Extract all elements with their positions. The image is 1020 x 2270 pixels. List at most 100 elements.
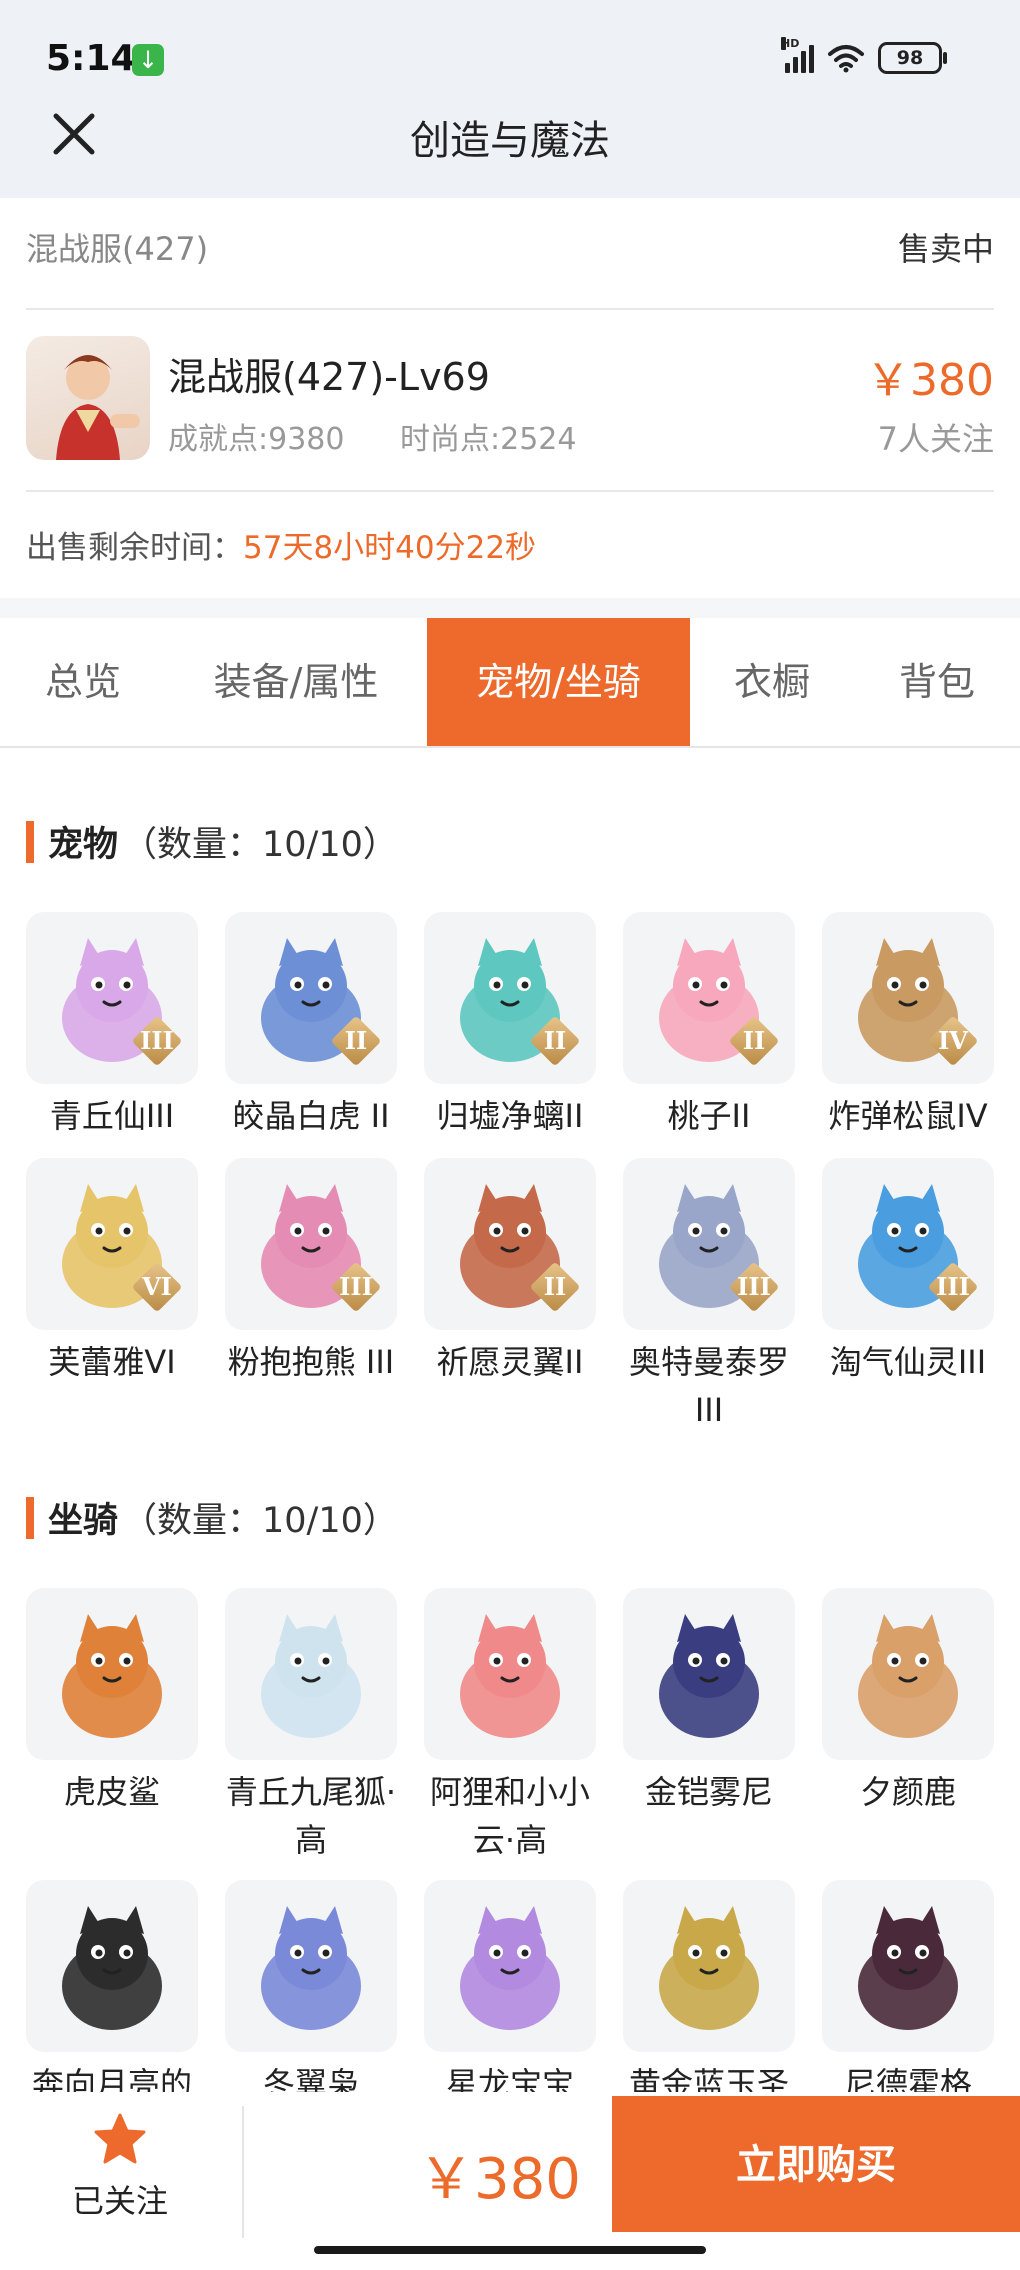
pet-name: 归墟净螭II — [436, 1097, 584, 1135]
mount-thumbnail[interactable] — [26, 1588, 198, 1760]
buy-now-button[interactable]: 立即购买 — [612, 2096, 1020, 2232]
mount-card[interactable]: 黄金蓝玉圣 — [623, 1880, 795, 2108]
mount-icon — [858, 1906, 958, 2030]
mount-card[interactable]: 夕颜鹿 — [822, 1588, 994, 1816]
mount-thumbnail[interactable] — [822, 1588, 994, 1760]
pet-card[interactable]: VI 芙蕾雅VI — [26, 1158, 198, 1386]
pet-card[interactable]: IV 炸弹松鼠IV — [822, 912, 994, 1140]
pet-thumbnail[interactable]: III — [822, 1158, 994, 1330]
tab-overview[interactable]: 总览 — [0, 618, 166, 746]
server-row: 混战服(427) 售卖中 — [26, 198, 994, 310]
mount-icon — [858, 1614, 958, 1738]
mount-thumbnail[interactable] — [623, 1588, 795, 1760]
mount-card[interactable]: 青丘九尾狐·高 — [225, 1588, 397, 1864]
mount-card[interactable]: 星龙宝宝 — [424, 1880, 596, 2108]
pet-thumbnail[interactable]: II — [623, 912, 795, 1084]
tier-numeral: III — [936, 1272, 970, 1301]
pet-name: 桃子II — [667, 1097, 751, 1135]
pet-name: 炸弹松鼠IV — [828, 1097, 988, 1135]
mount-thumbnail[interactable] — [822, 1880, 994, 2052]
tab-wardrobe[interactable]: 衣橱 — [690, 618, 854, 746]
pet-card[interactable]: II 归墟净螭II — [424, 912, 596, 1140]
tier-badge: IV — [926, 1014, 980, 1068]
system-icons: HD 98 — [781, 37, 947, 74]
pet-thumbnail[interactable]: III — [623, 1158, 795, 1330]
wifi-icon — [828, 45, 864, 73]
tier-numeral: III — [140, 1026, 174, 1055]
tab-bar: 总览 装备/属性 宠物/坐骑 衣橱 背包 — [0, 618, 1020, 748]
mount-card[interactable]: 虎皮鲨 — [26, 1588, 198, 1816]
pet-name: 芙蕾雅VI — [48, 1343, 176, 1381]
listing-price: ￥380 — [866, 355, 994, 406]
pet-name: 奥特曼泰罗III — [628, 1343, 789, 1429]
tier-numeral: II — [742, 1026, 766, 1055]
tier-badge: III — [926, 1260, 980, 1314]
listing-card[interactable]: 混战服(427)-Lv69 成就点:9380 时尚点:2524 ￥380 7人关… — [26, 310, 994, 492]
mount-name: 虎皮鲨 — [63, 1773, 160, 1811]
tier-badge: II — [329, 1014, 383, 1068]
item-title: 混战服(427)-Lv69 — [168, 355, 490, 399]
pet-card[interactable]: III 淘气仙灵III — [822, 1158, 994, 1386]
remaining-time-value: 57天8小时40分22秒 — [243, 530, 537, 566]
pet-thumbnail[interactable]: II — [424, 912, 596, 1084]
mount-icon — [460, 1906, 560, 2030]
top-bar: 5:14 ↓ HD 98 创造与魔法 — [0, 0, 1020, 198]
mount-name: 金铠雾尼 — [644, 1773, 773, 1811]
pet-name: 淘气仙灵III — [829, 1343, 987, 1381]
pet-thumbnail[interactable]: VI — [26, 1158, 198, 1330]
pet-thumbnail[interactable]: II — [424, 1158, 596, 1330]
character-icon — [56, 355, 140, 460]
pet-thumbnail[interactable]: III — [26, 912, 198, 1084]
star-icon — [94, 2113, 146, 2164]
tier-numeral: IV — [938, 1026, 968, 1055]
pet-thumbnail[interactable]: II — [225, 912, 397, 1084]
pet-name: 青丘仙III — [49, 1097, 175, 1135]
pet-card[interactable]: III 粉抱抱熊 III — [225, 1158, 397, 1386]
battery-icon: 98 — [878, 42, 947, 74]
tier-badge: III — [329, 1260, 383, 1314]
bottom-price: ￥380 — [418, 2147, 581, 2212]
bar-divider — [242, 2106, 244, 2238]
mount-thumbnail[interactable] — [623, 1880, 795, 2052]
signal-icon: HD — [781, 37, 814, 73]
network-label: HD — [781, 37, 800, 50]
mount-card[interactable]: 尼德霍格 — [822, 1880, 994, 2108]
mounts-count: （数量：10/10） — [122, 1501, 398, 1541]
follow-button[interactable]: 已关注 — [30, 2112, 210, 2232]
remaining-time-label: 出售剩余时间： — [26, 530, 243, 566]
pet-card[interactable]: II 皎晶白虎 II — [225, 912, 397, 1140]
mount-thumbnail[interactable] — [225, 1588, 397, 1760]
section-marker — [26, 820, 34, 863]
tab-equipment[interactable]: 装备/属性 — [166, 618, 426, 746]
pet-thumbnail[interactable]: IV — [822, 912, 994, 1084]
pet-name: 皎晶白虎 II — [232, 1097, 390, 1135]
fashion-points: 时尚点:2524 — [400, 422, 577, 457]
mount-icon — [460, 1614, 560, 1738]
tab-backpack[interactable]: 背包 — [854, 618, 1020, 746]
pet-thumbnail[interactable]: III — [225, 1158, 397, 1330]
home-indicator — [314, 2246, 706, 2254]
bottom-action-bar: 已关注 ￥380 立即购买 — [0, 2092, 1020, 2270]
mount-card[interactable]: 阿狸和小小云·高 — [424, 1588, 596, 1864]
mounts-section-title: 坐骑 （数量：10/10） — [26, 1492, 398, 1543]
tier-badge: II — [528, 1260, 582, 1314]
pet-card[interactable]: II 桃子II — [623, 912, 795, 1140]
mount-icon — [659, 1614, 759, 1738]
mount-card[interactable]: 金铠雾尼 — [623, 1588, 795, 1816]
mount-thumbnail[interactable] — [225, 1880, 397, 2052]
achievement-points: 成就点:9380 — [168, 422, 345, 457]
mount-thumbnail[interactable] — [424, 1588, 596, 1760]
pet-card[interactable]: III 奥特曼泰罗III — [623, 1158, 795, 1434]
pet-card[interactable]: II 祈愿灵翼II — [424, 1158, 596, 1386]
tier-badge: III — [727, 1260, 781, 1314]
pet-card[interactable]: III 青丘仙III — [26, 912, 198, 1140]
mount-icon — [261, 1906, 361, 2030]
server-name: 混战服(427) — [26, 230, 209, 268]
pets-title: 宠物 — [48, 825, 119, 865]
mount-thumbnail[interactable] — [26, 1880, 198, 2052]
tier-numeral: II — [543, 1026, 567, 1055]
tab-pets-mounts[interactable]: 宠物/坐骑 — [427, 618, 690, 746]
mount-thumbnail[interactable] — [424, 1880, 596, 2052]
mount-card[interactable]: 冬翼枭 — [225, 1880, 397, 2108]
mount-card[interactable]: 奔向月亮的 — [26, 1880, 198, 2108]
